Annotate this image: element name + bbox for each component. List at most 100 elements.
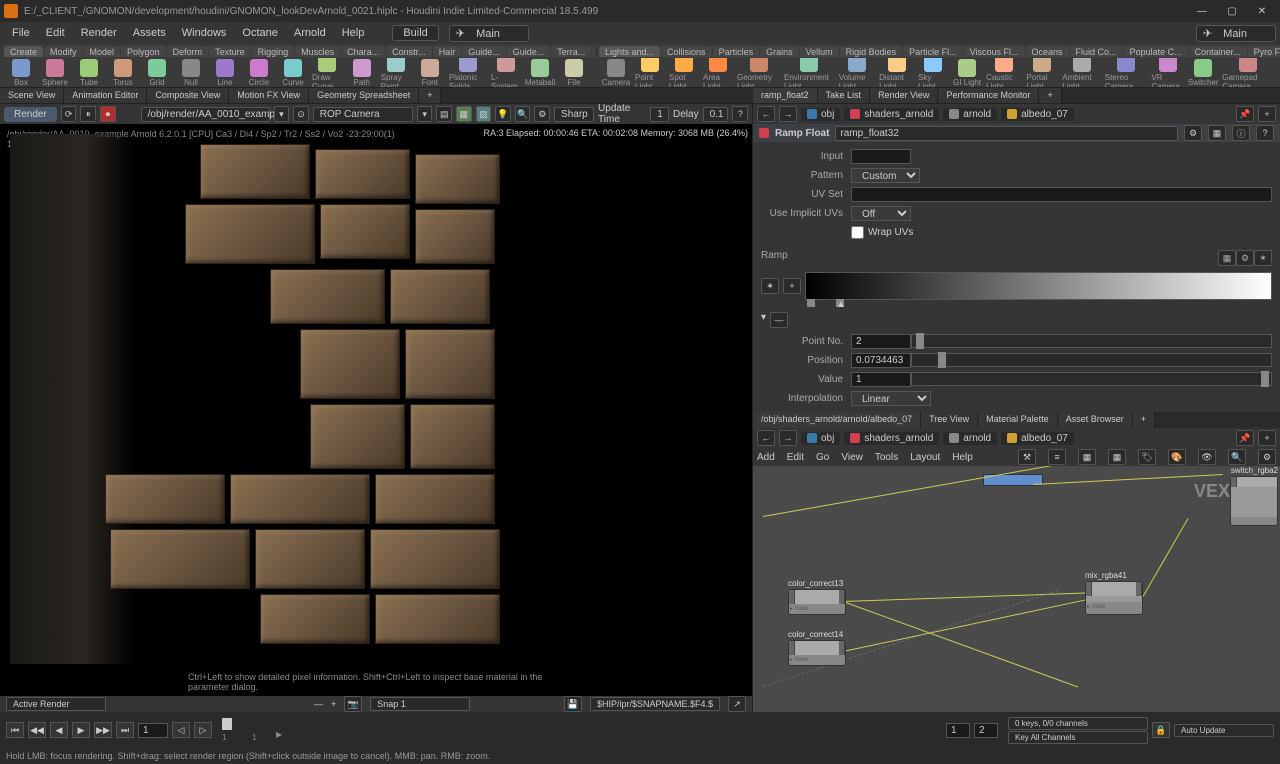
shelf-tool[interactable]: Platonic Solids	[449, 58, 487, 88]
shelf-tab[interactable]: Terra...	[551, 46, 591, 57]
ramp-handle-2[interactable]: ▲	[836, 299, 844, 307]
range-start[interactable]	[946, 723, 970, 738]
menu-file[interactable]: File	[4, 27, 38, 39]
camera-icon[interactable]: 📷	[344, 696, 362, 712]
minimize-button[interactable]: —	[1188, 2, 1216, 20]
ramp-del-icon[interactable]: —	[770, 312, 788, 328]
bc-albedo[interactable]: albedo_07	[1001, 108, 1074, 121]
shelf-tab[interactable]: Guide...	[462, 46, 506, 57]
shelf-tool[interactable]: Distant Light	[879, 58, 914, 88]
shelf-tab[interactable]: Particle Fl...	[903, 46, 963, 57]
shelf-tab[interactable]: Viscous Fl...	[964, 46, 1025, 57]
add-tab[interactable]: +	[419, 88, 441, 103]
shelf-tool[interactable]: Tube	[74, 59, 104, 87]
ramp-btn1[interactable]: ▦	[1218, 250, 1236, 266]
shelf-tool[interactable]: Grid	[142, 59, 172, 87]
stop-icon[interactable]: ⏺	[100, 106, 116, 122]
value-slider[interactable]	[911, 372, 1272, 386]
shelf-tab[interactable]: Pyro FX	[1248, 46, 1280, 57]
forward-icon[interactable]: →	[779, 106, 797, 122]
shelf-tool[interactable]: Draw Curve	[312, 58, 343, 88]
shelf-tool[interactable]: Spray Paint	[381, 58, 411, 88]
camera-chevron-icon[interactable]: ▾	[417, 106, 433, 122]
node-menu-view[interactable]: View	[841, 452, 863, 463]
ramp-btn2[interactable]: ⚙	[1236, 250, 1254, 266]
shelf-tab[interactable]: Collisions	[661, 46, 712, 57]
implicit-dropdown[interactable]: Off	[851, 206, 911, 221]
maximize-button[interactable]: ▢	[1218, 2, 1246, 20]
matpalette-tab[interactable]: Material Palette	[978, 412, 1058, 428]
node-mix[interactable]: ▸ more	[1085, 581, 1143, 615]
node-cc13[interactable]: ▸ more	[788, 589, 846, 615]
hip-path[interactable]: $HIP/ipr/$SNAPNAME.$F4.$	[590, 697, 720, 711]
forward-icon[interactable]: →	[779, 430, 797, 446]
shelf-tab[interactable]: Texture	[209, 46, 251, 57]
panel-tab[interactable]: Composite View	[147, 88, 229, 103]
auto-update-btn[interactable]: Auto Update	[1174, 724, 1274, 737]
shelf-tab[interactable]: Particles	[713, 46, 760, 57]
shelf-tool[interactable]: GI Light	[952, 59, 982, 87]
first-frame-icon[interactable]: ⏮	[6, 722, 24, 738]
shelf-tool[interactable]: Point Light	[635, 58, 665, 88]
pin-icon[interactable]: 📌	[1236, 430, 1254, 446]
plus-icon[interactable]: +	[1258, 430, 1276, 446]
plus-icon[interactable]: +	[1258, 106, 1276, 122]
uvset-field[interactable]	[851, 187, 1272, 202]
bc-obj[interactable]: obj	[801, 108, 840, 121]
shelf-tab[interactable]: Oceans	[1026, 46, 1069, 57]
gear-icon[interactable]: ⚙	[1184, 125, 1202, 141]
shelf-tool[interactable]: Stereo Camera	[1105, 58, 1148, 88]
step-fwd-icon[interactable]: ▷	[194, 722, 212, 738]
bc-albedo[interactable]: albedo_07	[1001, 432, 1074, 445]
shelf-tab[interactable]: Guide...	[507, 46, 551, 57]
shelf-tool[interactable]: Environment Light	[784, 58, 835, 88]
value-field[interactable]	[851, 372, 911, 387]
play-back-icon[interactable]: ◀	[50, 722, 68, 738]
view-icon[interactable]: ▤	[436, 106, 452, 122]
step-back-icon[interactable]: ◁	[172, 722, 190, 738]
position-slider[interactable]	[911, 353, 1272, 367]
shelf-tool[interactable]: VR Camera	[1151, 58, 1184, 88]
shelf-tab[interactable]: Grains	[760, 46, 799, 57]
node-menu-tools[interactable]: Tools	[875, 452, 898, 463]
ramp-handle-1[interactable]	[807, 299, 815, 307]
shelf-tab[interactable]: Rigid Bodies	[840, 46, 903, 57]
shelf-tab[interactable]: Vellum	[800, 46, 839, 57]
shelf-tab[interactable]: Create	[4, 46, 43, 57]
node-switch[interactable]	[1230, 476, 1278, 526]
menu-windows[interactable]: Windows	[174, 27, 235, 39]
node-gear-icon[interactable]: ⚙	[1258, 449, 1276, 465]
shelf-tab[interactable]: Lights and...	[599, 46, 660, 57]
layout-dropdown-right[interactable]: ✈ Main	[1196, 25, 1276, 42]
panel-tab[interactable]: Animation Editor	[64, 88, 147, 103]
node-color-icon[interactable]: 🎨	[1168, 449, 1186, 465]
ramp-add-icon[interactable]: ✶	[761, 278, 779, 294]
panel-tab[interactable]: ramp_float2	[753, 88, 818, 103]
node-name-input[interactable]	[835, 126, 1178, 141]
bc-arnold[interactable]: arnold	[943, 432, 997, 445]
expand-icon[interactable]: ▦	[1208, 125, 1226, 141]
position-field[interactable]	[851, 353, 911, 368]
node-tag-icon[interactable]: 🏷	[1138, 449, 1156, 465]
pointno-slider[interactable]	[911, 334, 1272, 348]
render-viewport[interactable]: /obj/render/AA_0010_example Arnold 6.2.0…	[0, 124, 752, 696]
update-value[interactable]: 1	[650, 107, 669, 122]
filter-dropdown[interactable]: Sharp	[554, 107, 594, 122]
node-cc14[interactable]: ▸ more	[788, 640, 846, 666]
ramp-plus-icon[interactable]: +	[783, 278, 801, 294]
bc-arnold[interactable]: arnold	[943, 108, 997, 121]
last-frame-icon[interactable]: ⏭	[116, 722, 134, 738]
shelf-tool[interactable]: Spot Light	[669, 58, 699, 88]
back-icon[interactable]: ←	[757, 430, 775, 446]
checker-icon[interactable]: ▨	[476, 106, 492, 122]
prev-key-icon[interactable]: ◀◀	[28, 722, 46, 738]
region-icon[interactable]: ▦	[456, 106, 472, 122]
frame-field[interactable]	[138, 723, 168, 738]
menu-arnold[interactable]: Arnold	[286, 27, 334, 39]
layout-dropdown[interactable]: ✈ Main	[449, 25, 529, 42]
shelf-tool[interactable]: Torus	[108, 59, 138, 87]
shelf-tab[interactable]: Populate C...	[1124, 46, 1188, 57]
shelf-tool[interactable]: Sphere	[40, 59, 70, 87]
delay-value[interactable]: 0.1	[703, 107, 729, 122]
zoom-icon[interactable]: 🔍	[515, 106, 531, 122]
